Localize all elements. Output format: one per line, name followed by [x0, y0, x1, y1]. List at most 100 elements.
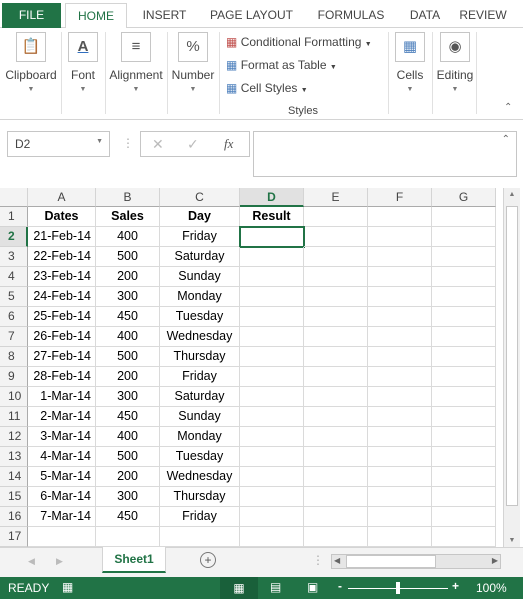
row-header[interactable]: 15 [0, 487, 28, 507]
table-cell[interactable] [432, 527, 496, 547]
clipboard-group[interactable]: 📋 Clipboard ▼ [0, 28, 62, 118]
table-cell[interactable] [304, 467, 368, 487]
table-cell[interactable]: Tuesday [160, 447, 240, 467]
table-cell[interactable] [304, 227, 368, 247]
table-cell[interactable]: 25-Feb-14 [28, 307, 96, 327]
row-header[interactable]: 10 [0, 387, 28, 407]
tab-review[interactable]: REVIEW [455, 5, 511, 28]
table-cell[interactable] [368, 447, 432, 467]
table-cell[interactable]: Friday [160, 367, 240, 387]
table-cell[interactable] [240, 367, 304, 387]
table-cell[interactable] [432, 267, 496, 287]
column-label[interactable]: Day [160, 207, 240, 227]
row-header[interactable]: 16 [0, 507, 28, 527]
column-label[interactable] [368, 207, 432, 227]
table-cell[interactable] [368, 487, 432, 507]
row-header[interactable]: 4 [0, 267, 28, 287]
table-cell[interactable] [432, 447, 496, 467]
page-layout-view-icon[interactable]: ▤ [270, 580, 281, 594]
name-box[interactable]: D2 ▼ [7, 131, 110, 157]
table-cell[interactable] [240, 487, 304, 507]
table-cell[interactable] [304, 387, 368, 407]
zoom-slider-thumb[interactable] [396, 582, 400, 594]
vertical-scrollbar[interactable]: ▲ ▼ [503, 188, 520, 547]
scroll-right-icon[interactable]: ▶ [492, 556, 498, 565]
page-break-view-icon[interactable]: ▣ [307, 580, 318, 594]
zoom-level[interactable]: 100% [476, 581, 507, 595]
table-cell[interactable] [240, 447, 304, 467]
horizontal-scrollbar[interactable]: ◀ ▶ [331, 554, 501, 569]
tab-file[interactable]: FILE [2, 3, 61, 28]
table-cell[interactable] [368, 267, 432, 287]
table-cell[interactable] [368, 367, 432, 387]
table-cell[interactable]: 500 [96, 247, 160, 267]
table-cell[interactable]: 200 [96, 267, 160, 287]
table-cell[interactable]: 27-Feb-14 [28, 347, 96, 367]
table-cell[interactable] [304, 507, 368, 527]
cancel-icon[interactable]: ✕ [152, 136, 164, 153]
table-cell[interactable] [368, 427, 432, 447]
scroll-down-icon[interactable]: ▼ [504, 537, 520, 544]
row-header[interactable]: 2 [0, 227, 28, 247]
table-cell[interactable] [368, 347, 432, 367]
row-header[interactable]: 6 [0, 307, 28, 327]
table-cell[interactable]: 500 [96, 447, 160, 467]
table-cell[interactable]: Wednesday [160, 467, 240, 487]
row-header[interactable]: 9 [0, 367, 28, 387]
table-cell[interactable]: 23-Feb-14 [28, 267, 96, 287]
table-cell[interactable] [432, 327, 496, 347]
table-cell[interactable] [240, 247, 304, 267]
column-label[interactable] [304, 207, 368, 227]
table-cell[interactable]: 7-Mar-14 [28, 507, 96, 527]
number-group[interactable]: % Number ▼ [168, 28, 218, 118]
table-cell[interactable]: Friday [160, 227, 240, 247]
table-cell[interactable]: 2-Mar-14 [28, 407, 96, 427]
table-cell[interactable] [304, 447, 368, 467]
formula-input[interactable]: ⌃ [253, 131, 517, 177]
table-cell[interactable] [240, 527, 304, 547]
column-header-C[interactable]: C [160, 188, 240, 207]
table-cell[interactable] [432, 467, 496, 487]
table-cell[interactable] [368, 407, 432, 427]
table-cell[interactable] [368, 507, 432, 527]
table-cell[interactable] [240, 387, 304, 407]
alignment-group[interactable]: ≡ Alignment ▼ [106, 28, 166, 118]
table-cell[interactable]: Saturday [160, 247, 240, 267]
table-cell[interactable] [368, 387, 432, 407]
table-cell[interactable]: 300 [96, 387, 160, 407]
scroll-thumb[interactable] [346, 555, 436, 568]
row-header[interactable]: 14 [0, 467, 28, 487]
table-cell[interactable]: Thursday [160, 487, 240, 507]
table-cell[interactable] [368, 287, 432, 307]
table-cell[interactable] [368, 527, 432, 547]
table-cell[interactable] [304, 347, 368, 367]
zoom-out-button[interactable]: - [338, 579, 342, 593]
table-cell[interactable]: Monday [160, 427, 240, 447]
row-header[interactable]: 5 [0, 287, 28, 307]
table-cell[interactable] [432, 487, 496, 507]
font-group[interactable]: A Font ▼ [62, 28, 104, 118]
column-header-D[interactable]: D [240, 188, 304, 207]
table-cell[interactable]: 400 [96, 227, 160, 247]
table-cell[interactable]: Tuesday [160, 307, 240, 327]
tab-home[interactable]: HOME [65, 3, 127, 29]
table-cell[interactable]: Saturday [160, 387, 240, 407]
editing-group[interactable]: ◉ Editing ▼ [433, 28, 477, 118]
table-cell[interactable]: 200 [96, 367, 160, 387]
table-cell[interactable] [368, 327, 432, 347]
table-cell[interactable] [432, 247, 496, 267]
table-cell[interactable]: 21-Feb-14 [28, 227, 96, 247]
table-cell[interactable]: 22-Feb-14 [28, 247, 96, 267]
scroll-thumb[interactable] [506, 206, 518, 506]
tab-insert[interactable]: INSERT [133, 5, 196, 28]
collapse-ribbon-icon[interactable]: ⌃ [504, 102, 512, 113]
column-header-B[interactable]: B [96, 188, 160, 207]
table-cell[interactable] [368, 247, 432, 267]
table-cell[interactable] [432, 307, 496, 327]
table-cell[interactable]: 4-Mar-14 [28, 447, 96, 467]
column-header-F[interactable]: F [368, 188, 432, 207]
table-cell[interactable] [368, 227, 432, 247]
row-header[interactable]: 7 [0, 327, 28, 347]
row-header[interactable]: 11 [0, 407, 28, 427]
zoom-in-button[interactable]: + [452, 579, 459, 593]
